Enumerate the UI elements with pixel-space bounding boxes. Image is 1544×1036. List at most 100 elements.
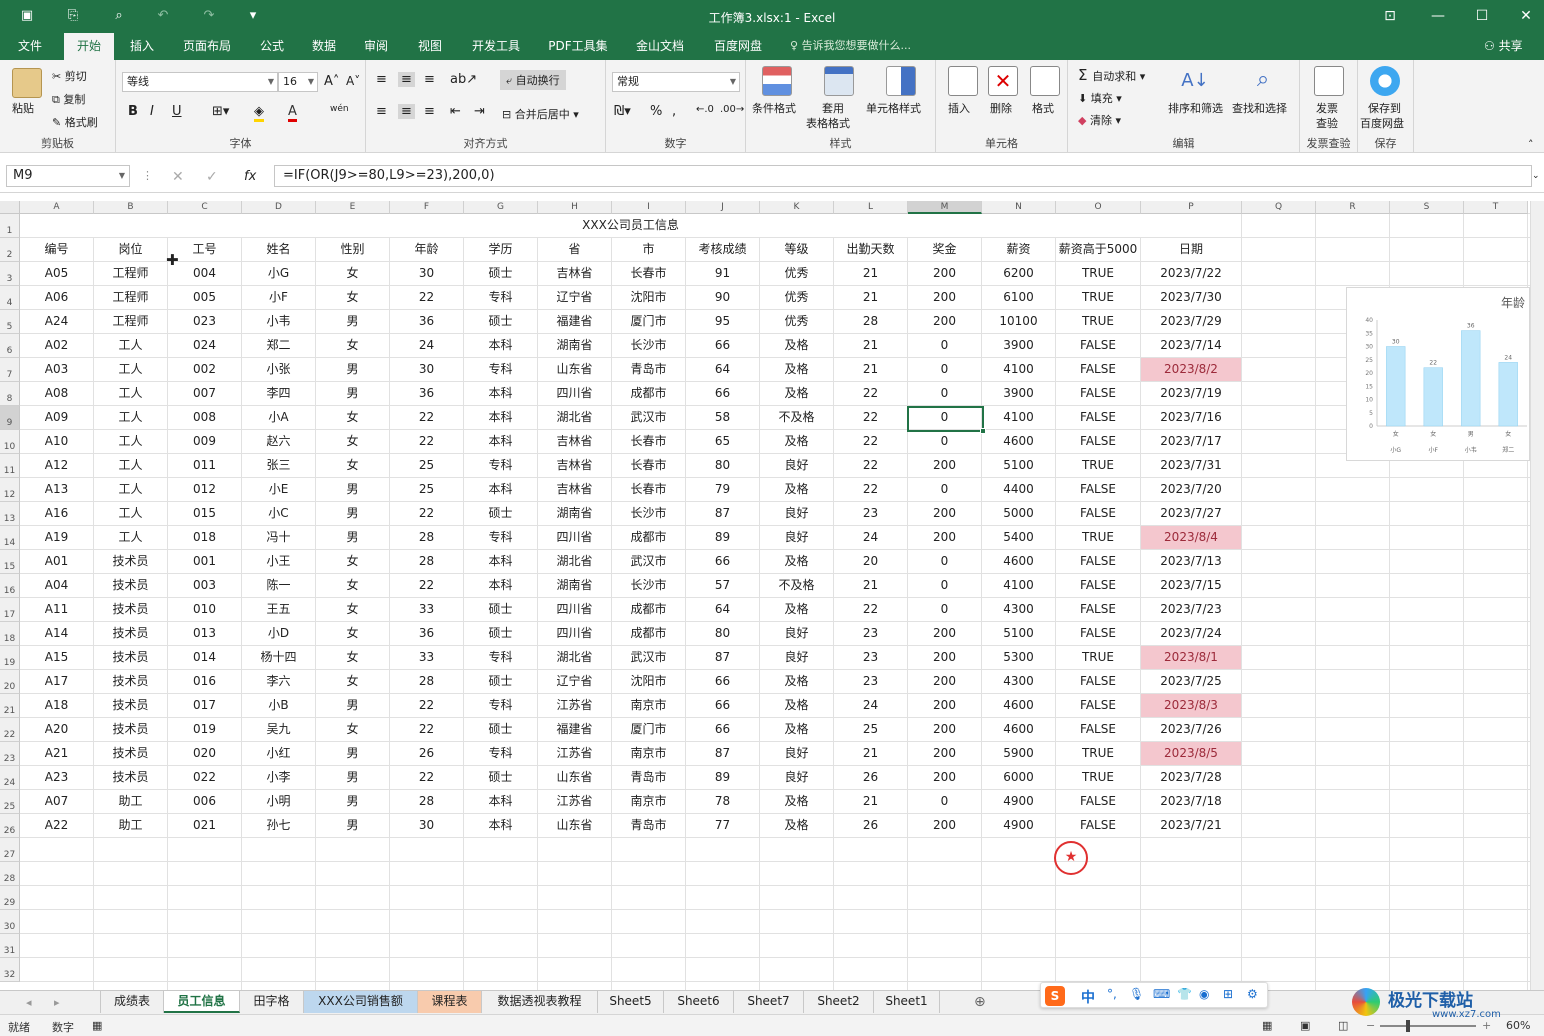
invoice-label-1[interactable]: 发票 <box>1316 100 1338 116</box>
table-cell[interactable]: 25 <box>390 478 463 501</box>
table-cell[interactable]: 2023/7/15 <box>1141 574 1241 597</box>
shrink-font-icon[interactable]: A˅ <box>346 74 360 88</box>
row-header-8[interactable]: 8 <box>0 382 20 406</box>
table-cell[interactable]: 2023/7/16 <box>1141 406 1241 429</box>
table-cell[interactable]: 91 <box>686 262 759 285</box>
table-cell[interactable]: 28 <box>390 790 463 813</box>
table-cell[interactable]: 30 <box>390 262 463 285</box>
table-cell[interactable]: 及格 <box>760 478 833 501</box>
table-cell[interactable]: 10100 <box>982 310 1055 333</box>
table-cell[interactable]: 男 <box>316 790 389 813</box>
sheet-title-cell[interactable]: XXX公司员工信息 <box>20 214 1241 237</box>
table-cell[interactable]: 36 <box>390 622 463 645</box>
table-cell[interactable]: 良好 <box>760 502 833 525</box>
row-header-17[interactable]: 17 <box>0 598 20 622</box>
column-header-p[interactable]: P <box>1141 201 1242 214</box>
table-cell[interactable]: A24 <box>20 310 93 333</box>
table-cell[interactable]: 2023/7/28 <box>1141 766 1241 789</box>
table-cell[interactable]: 及格 <box>760 790 833 813</box>
table-cell[interactable]: 不及格 <box>760 574 833 597</box>
table-cell[interactable]: 24 <box>834 526 907 549</box>
table-cell[interactable]: 王五 <box>242 598 315 621</box>
table-cell[interactable]: 200 <box>908 742 981 765</box>
table-cell[interactable]: 湖北省 <box>538 406 611 429</box>
table-cell[interactable]: 女 <box>316 262 389 285</box>
autosum-button[interactable]: Σ 自动求和 ▾ <box>1078 66 1145 84</box>
table-cell[interactable]: 79 <box>686 478 759 501</box>
table-cell[interactable]: FALSE <box>1056 406 1140 429</box>
table-cell[interactable]: 66 <box>686 334 759 357</box>
table-cell[interactable]: 辽宁省 <box>538 286 611 309</box>
comma-button[interactable]: , <box>672 104 676 119</box>
table-cell[interactable]: 工程师 <box>94 262 167 285</box>
table-cell[interactable]: 003 <box>168 574 241 597</box>
table-cell[interactable]: 6200 <box>982 262 1055 285</box>
table-cell[interactable]: 吉林省 <box>538 454 611 477</box>
table-cell[interactable]: 22 <box>390 766 463 789</box>
table-cell[interactable]: 专科 <box>464 358 537 381</box>
format-cells-button[interactable]: 格式 <box>1032 100 1054 116</box>
column-header-cell[interactable]: 出勤天数 <box>834 238 907 261</box>
phonetic-button[interactable]: wén <box>330 104 349 114</box>
table-cell[interactable]: 本科 <box>464 478 537 501</box>
column-header-i[interactable]: I <box>612 201 686 214</box>
column-header-q[interactable]: Q <box>1242 201 1316 214</box>
table-cell[interactable]: 工人 <box>94 406 167 429</box>
keyboard-icon[interactable]: ⌨ <box>1153 987 1170 1001</box>
row-header-31[interactable]: 31 <box>0 934 20 958</box>
table-cell[interactable]: 吉林省 <box>538 262 611 285</box>
table-cell[interactable]: 64 <box>686 358 759 381</box>
table-cell[interactable]: 36 <box>390 310 463 333</box>
table-cell[interactable]: 优秀 <box>760 286 833 309</box>
ribbon-display-icon[interactable]: ⊡ <box>1380 7 1400 25</box>
row-header-3[interactable]: 3 <box>0 262 20 286</box>
table-cell[interactable]: 4600 <box>982 430 1055 453</box>
table-cell[interactable]: 武汉市 <box>612 646 685 669</box>
table-cell[interactable]: 赵六 <box>242 430 315 453</box>
table-cell[interactable]: 4300 <box>982 670 1055 693</box>
enter-icon[interactable]: ✓ <box>206 169 218 185</box>
column-header-o[interactable]: O <box>1056 201 1141 214</box>
table-cell[interactable]: 湖北省 <box>538 646 611 669</box>
tab-kingsoft-docs[interactable]: 金山文档 <box>626 33 694 60</box>
table-cell[interactable]: 硕士 <box>464 502 537 525</box>
table-cell[interactable]: 工人 <box>94 430 167 453</box>
table-cell[interactable]: 021 <box>168 814 241 837</box>
collapse-ribbon-icon[interactable]: ˄ <box>1528 138 1534 151</box>
table-cell[interactable]: 及格 <box>760 598 833 621</box>
table-cell[interactable]: A13 <box>20 478 93 501</box>
table-cell[interactable]: 0 <box>908 358 981 381</box>
table-cell[interactable]: 4300 <box>982 598 1055 621</box>
wrap-text-button[interactable]: ⤶ 自动换行 <box>500 70 566 90</box>
table-cell[interactable]: A23 <box>20 766 93 789</box>
table-cell[interactable]: 4100 <box>982 406 1055 429</box>
table-cell[interactable]: 0 <box>908 382 981 405</box>
column-header-cell[interactable]: 姓名 <box>242 238 315 261</box>
column-header-cell[interactable]: 性别 <box>316 238 389 261</box>
paste-icon[interactable] <box>12 68 42 98</box>
align-bottom-icon[interactable]: ≡ <box>424 72 435 87</box>
table-cell[interactable]: TRUE <box>1056 262 1140 285</box>
sheet-tab[interactable]: XXX公司销售额 <box>304 991 418 1013</box>
italic-button[interactable]: I <box>150 104 154 119</box>
table-cell[interactable]: 200 <box>908 646 981 669</box>
add-sheet-icon[interactable]: ⊕ <box>974 994 986 1010</box>
table-cell[interactable]: 女 <box>316 550 389 573</box>
table-cell[interactable]: 2023/8/2 <box>1141 358 1241 381</box>
table-cell[interactable]: 工人 <box>94 478 167 501</box>
table-cell[interactable]: 女 <box>316 574 389 597</box>
normal-view-icon[interactable]: ▦ <box>1262 1019 1272 1032</box>
table-cell[interactable]: 22 <box>390 694 463 717</box>
align-center-icon[interactable]: ≡ <box>398 104 415 119</box>
table-cell[interactable]: 男 <box>316 358 389 381</box>
table-cell[interactable]: 吉林省 <box>538 430 611 453</box>
table-cell[interactable]: 福建省 <box>538 310 611 333</box>
table-cell[interactable]: TRUE <box>1056 286 1140 309</box>
table-cell[interactable]: 沈阳市 <box>612 670 685 693</box>
table-cell[interactable]: 013 <box>168 622 241 645</box>
table-cell[interactable]: 30 <box>390 358 463 381</box>
column-header-j[interactable]: J <box>686 201 760 214</box>
table-cell[interactable]: 技术员 <box>94 742 167 765</box>
table-cell[interactable]: 小红 <box>242 742 315 765</box>
align-top-icon[interactable]: ≡ <box>376 72 387 87</box>
